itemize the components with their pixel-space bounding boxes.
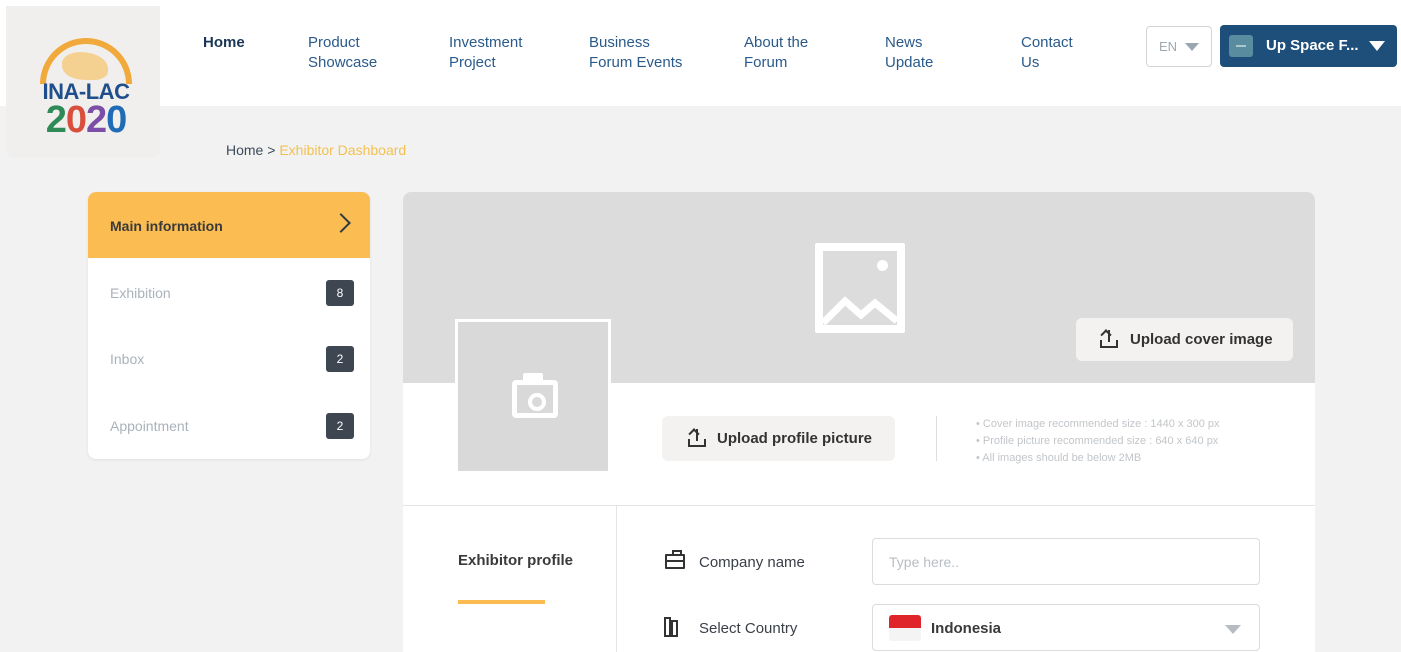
nav-investment-project[interactable]: Investment Project [449, 33, 539, 73]
country-value: Indonesia [931, 620, 1002, 637]
nav-product-showcase[interactable]: Product Showcase [308, 33, 398, 73]
image-placeholder-icon [815, 243, 905, 333]
logo-year: 2020 [45, 99, 128, 141]
upload-icon [688, 429, 706, 447]
nav-about-the-forum[interactable]: About the Forum [744, 33, 824, 73]
select-country-label: Select Country [699, 620, 798, 637]
breadcrumb-separator: > [267, 142, 276, 158]
chevron-down-icon [1225, 625, 1241, 634]
count-badge: 2 [326, 346, 354, 372]
main-card: Upload cover image Upload profile pictur… [403, 192, 1315, 652]
divider [403, 505, 1315, 506]
profile-picture-placeholder[interactable] [455, 319, 611, 474]
count-badge: 2 [326, 413, 354, 439]
user-name: Up Space F... [1266, 37, 1359, 54]
map-icon [664, 617, 686, 637]
country-select[interactable]: Indonesia [872, 604, 1260, 651]
chevron-down-icon [1369, 41, 1385, 51]
company-name-label: Company name [699, 554, 805, 571]
sidebar-item-appointment[interactable]: Appointment 2 [88, 392, 370, 458]
breadcrumb-home[interactable]: Home [226, 142, 263, 158]
divider [616, 506, 617, 652]
sidebar-item-exhibition[interactable]: Exhibition 8 [88, 259, 370, 325]
logo[interactable]: INA-LAC 2020 [6, 6, 160, 158]
breadcrumb: Home > Exhibitor Dashboard [226, 142, 406, 158]
sidebar-item-inbox[interactable]: Inbox 2 [88, 325, 370, 391]
sidebar-item-label: Inbox [110, 351, 145, 367]
divider [936, 416, 937, 461]
upload-hints: • Cover image recommended size : 1440 x … [976, 416, 1220, 467]
nav-business-forum-events[interactable]: Business Forum Events [589, 33, 689, 73]
nav-contact-us[interactable]: Contact Us [1021, 33, 1081, 73]
hint-cover-size: • Cover image recommended size : 1440 x … [976, 418, 1220, 430]
hint-file-size: • All images should be below 2MB [976, 452, 1142, 464]
breadcrumb-current: Exhibitor Dashboard [279, 142, 407, 158]
header: Home Product Showcase Investment Project… [0, 0, 1401, 106]
count-badge: 8 [326, 280, 354, 306]
indonesia-flag-icon [889, 615, 921, 641]
user-menu-button[interactable]: Up Space F... [1220, 25, 1397, 67]
upload-cover-button[interactable]: Upload cover image [1076, 318, 1293, 361]
tab-exhibitor-profile[interactable]: Exhibitor profile [458, 552, 573, 569]
upload-cover-label: Upload cover image [1130, 331, 1273, 348]
sidebar-item-label: Exhibition [110, 285, 171, 301]
camera-icon [512, 373, 558, 418]
upload-profile-button[interactable]: Upload profile picture [662, 416, 895, 461]
nav-news-update[interactable]: News Update [885, 33, 945, 73]
upload-icon [1100, 330, 1118, 348]
briefcase-icon [665, 550, 685, 569]
nav-home[interactable]: Home [203, 33, 245, 53]
logo-arc-icon [40, 38, 132, 84]
sidebar: Main information Exhibition 8 Inbox 2 Ap… [88, 192, 370, 459]
company-name-input[interactable]: Type here.. [872, 538, 1260, 585]
upload-profile-label: Upload profile picture [717, 430, 873, 447]
chevron-right-icon [331, 213, 351, 233]
tab-active-indicator [458, 600, 545, 604]
chevron-down-icon [1185, 43, 1199, 51]
hint-profile-size: • Profile picture recommended size : 640… [976, 435, 1219, 447]
sidebar-item-label: Appointment [110, 418, 189, 434]
language-value: EN [1159, 39, 1178, 54]
language-select[interactable]: EN [1146, 26, 1212, 67]
sidebar-item-label: Main information [110, 218, 223, 234]
sidebar-item-main-information[interactable]: Main information [88, 192, 370, 258]
avatar [1229, 35, 1253, 57]
